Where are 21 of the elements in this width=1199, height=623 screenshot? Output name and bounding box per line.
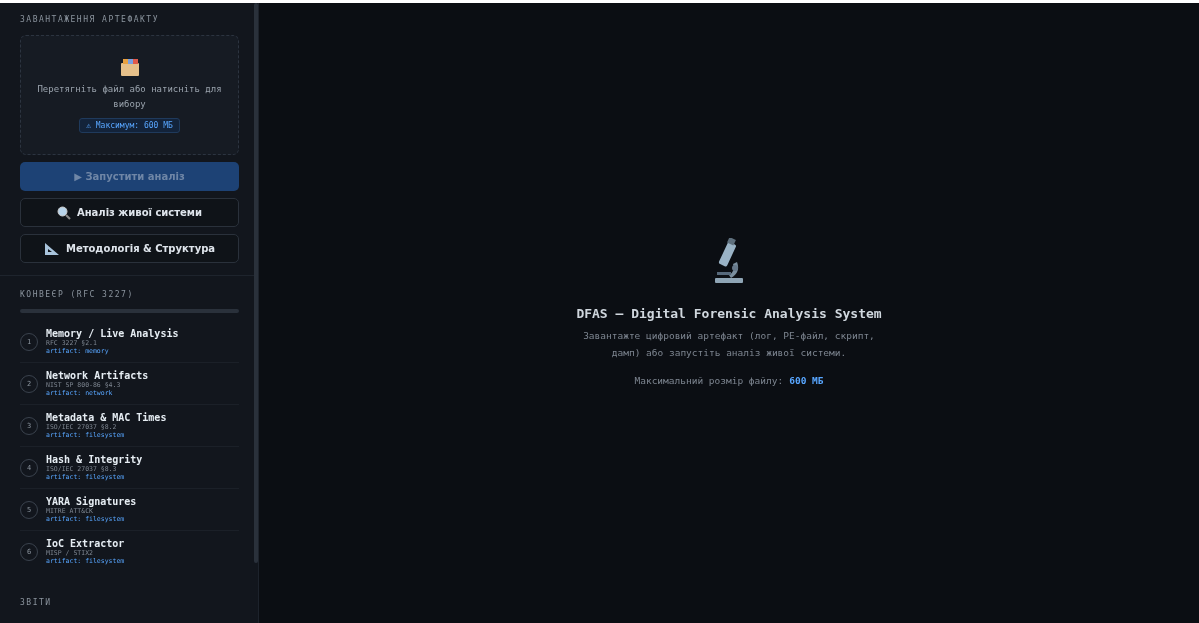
size-limit-badge: ⚠ Максимум: 600 МБ bbox=[79, 117, 180, 133]
step-title: IoC Extractor bbox=[46, 538, 125, 549]
max-size-label: Максимальний розмір файлу: bbox=[634, 375, 784, 386]
file-dropzone[interactable]: Перетягніть файл або натисніть для вибору ⚠ Максимум: 600 МБ bbox=[20, 35, 239, 155]
step-title: Hash & Integrity bbox=[46, 454, 143, 465]
live-analysis-button[interactable]: Аналіз живої системи bbox=[20, 198, 239, 227]
max-size-value: 600 МБ bbox=[789, 375, 824, 386]
triangle-ruler-icon bbox=[43, 241, 60, 256]
step-title: YARA Signatures bbox=[46, 496, 137, 507]
methodology-button[interactable]: Методологія & Структура bbox=[20, 234, 239, 263]
main-title: DFAS — Digital Forensic Analysis System bbox=[576, 306, 882, 321]
magnifier-icon bbox=[56, 205, 71, 220]
main-description: Завантажте цифровий артефакт (лог, PE-файл, скрипт, дамп) або запустіть аналіз живої системи. bbox=[582, 329, 876, 360]
step-title: Metadata & MAC Times bbox=[46, 412, 167, 423]
step-title: Memory / Live Analysis bbox=[46, 328, 179, 339]
dropzone-text: Перетягніть файл або натисніть для вибору bbox=[36, 82, 223, 111]
step-title: Network Artifacts bbox=[46, 370, 149, 381]
section-heading: ЗАВАНТАЖЕННЯ АРТЕФАКТУ bbox=[20, 15, 160, 24]
section-heading: ЗВІТИ bbox=[20, 598, 53, 607]
section-heading: КОНВЕЄР (RFC 3227) bbox=[20, 290, 135, 299]
box-icon bbox=[119, 57, 140, 76]
